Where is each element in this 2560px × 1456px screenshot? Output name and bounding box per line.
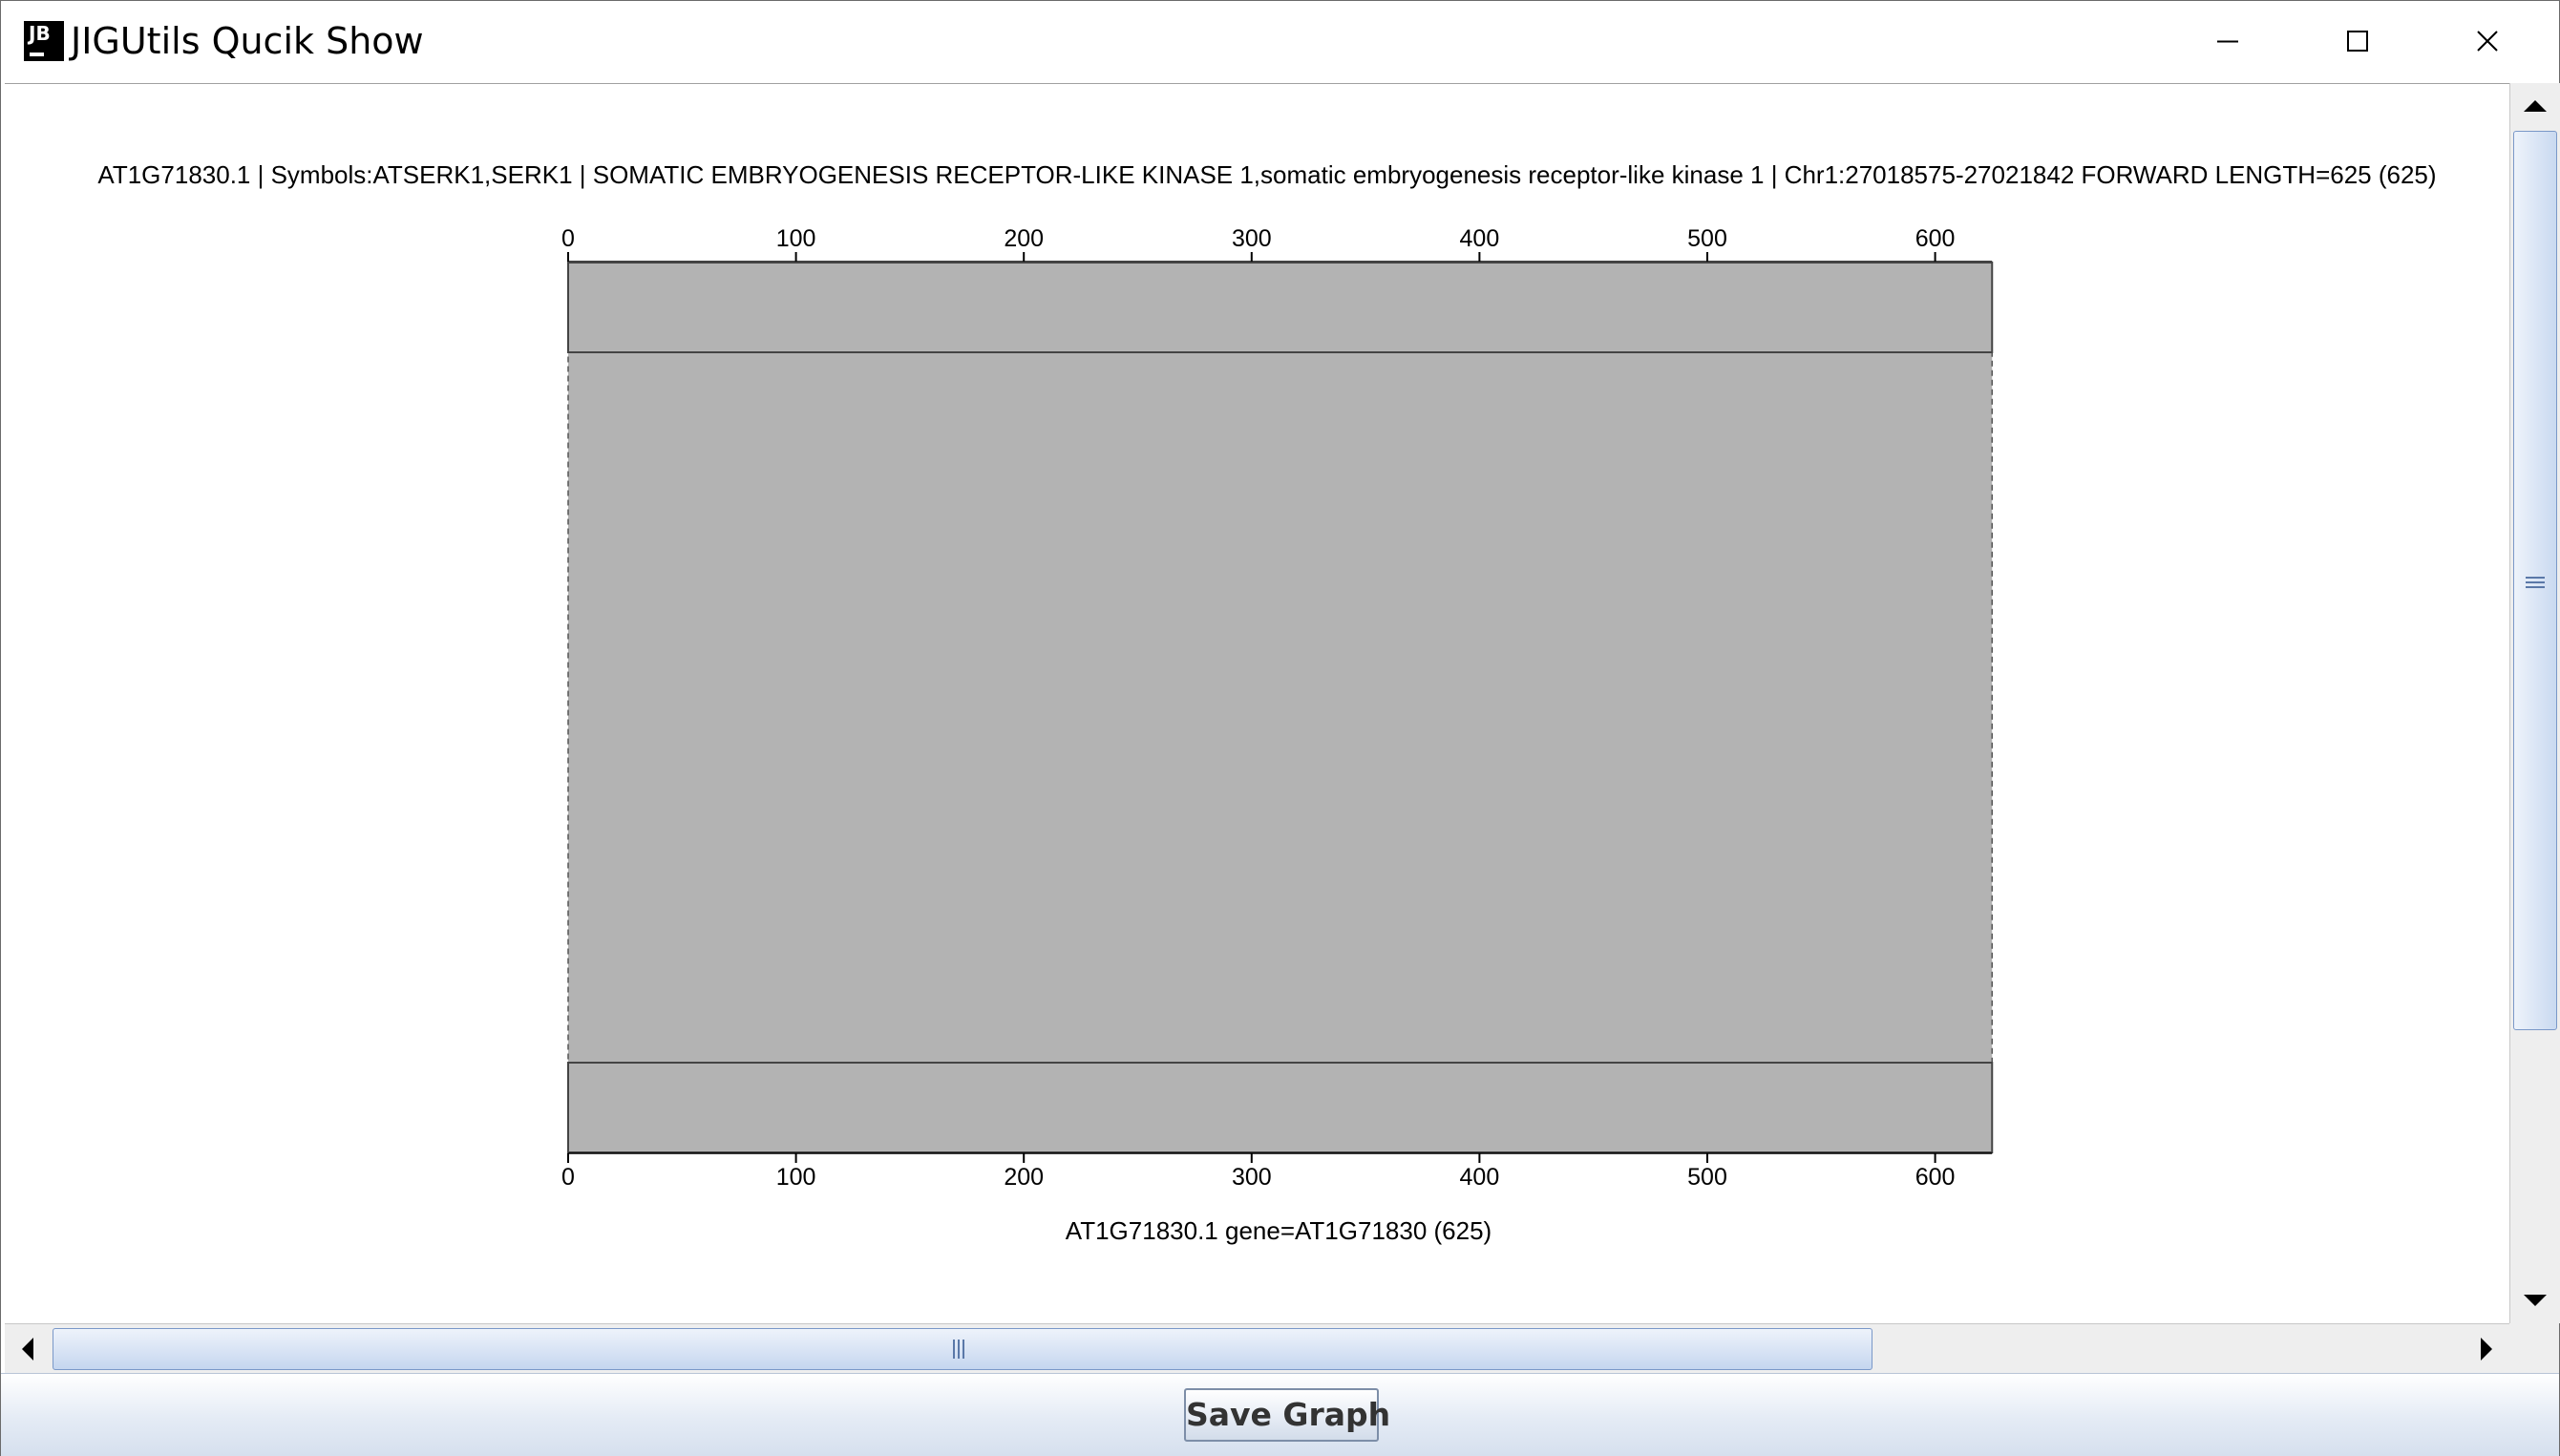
grip-icon bbox=[2526, 577, 2545, 588]
arrow-left-icon bbox=[22, 1338, 33, 1361]
top-axis-tick-label: 500 bbox=[1687, 225, 1727, 252]
scroll-left-button[interactable] bbox=[5, 1324, 51, 1374]
bottom-axis-tick-label: 600 bbox=[1915, 1164, 1956, 1191]
minimize-button[interactable] bbox=[2163, 1, 2293, 82]
app-icon-text: JB bbox=[29, 22, 51, 45]
top-axis-tick-label: 100 bbox=[776, 225, 816, 252]
maximize-icon bbox=[2347, 31, 2368, 52]
graph-viewport[interactable]: AT1G71830.1 | Symbols:ATSERK1,SERK1 | SO… bbox=[5, 83, 2509, 1324]
scrollbar-corner bbox=[2509, 1323, 2559, 1373]
vertical-scroll-thumb[interactable] bbox=[2513, 131, 2557, 1030]
top-axis: 0 100 200 300 400 500 600 bbox=[561, 225, 1993, 263]
vertical-scrollbar[interactable] bbox=[2509, 83, 2560, 1323]
graph-footer-text: AT1G71830.1 gene=AT1G71830 (625) bbox=[1066, 1216, 1492, 1245]
bottom-axis: 0 100 200 300 400 500 600 bbox=[561, 1152, 1993, 1191]
scroll-down-button[interactable] bbox=[2510, 1276, 2560, 1323]
horizontal-scrollbar[interactable] bbox=[5, 1323, 2509, 1374]
bottom-sequence-bar bbox=[567, 1062, 1994, 1153]
top-sequence-bar bbox=[567, 262, 1994, 353]
arrow-right-icon bbox=[2481, 1338, 2492, 1361]
close-button[interactable] bbox=[2422, 1, 2552, 82]
maximize-button[interactable] bbox=[2293, 1, 2422, 82]
top-axis-tick-label: 300 bbox=[1232, 225, 1272, 252]
alignment-graph: AT1G71830.1 | Symbols:ATSERK1,SERK1 | SO… bbox=[97, 160, 2436, 1245]
top-axis-tick-label: 400 bbox=[1460, 225, 1500, 252]
app-icon-underscore bbox=[30, 53, 44, 56]
bottom-axis-tick-label: 200 bbox=[1004, 1164, 1044, 1191]
grip-icon bbox=[953, 1340, 964, 1359]
alignment-region bbox=[567, 351, 1993, 1064]
scroll-up-button[interactable] bbox=[2510, 83, 2560, 131]
arrow-down-icon bbox=[2524, 1295, 2547, 1306]
jetbrains-app-icon: JB bbox=[24, 21, 64, 61]
bottom-button-panel: Save Graph bbox=[1, 1373, 2559, 1456]
application-window: JB JIGUtils Qucik Show AT1G71830.1 | Sym… bbox=[0, 0, 2560, 1456]
window-title: JIGUtils Qucik Show bbox=[71, 20, 424, 62]
minimize-icon bbox=[2217, 40, 2238, 43]
bottom-axis-tick-label: 500 bbox=[1687, 1164, 1727, 1191]
scroll-right-button[interactable] bbox=[2464, 1324, 2509, 1374]
bottom-axis-tick-label: 400 bbox=[1460, 1164, 1500, 1191]
bottom-axis-tick-label: 300 bbox=[1232, 1164, 1272, 1191]
top-axis-tick-label: 200 bbox=[1004, 225, 1044, 252]
save-graph-button[interactable]: Save Graph bbox=[1184, 1388, 1390, 1442]
arrow-up-icon bbox=[2524, 100, 2547, 112]
close-icon bbox=[2477, 31, 2498, 52]
bottom-axis-tick-label: 0 bbox=[561, 1164, 575, 1191]
top-axis-tick-label: 0 bbox=[561, 225, 575, 252]
top-axis-tick-label: 600 bbox=[1915, 225, 1956, 252]
title-bar[interactable]: JB JIGUtils Qucik Show bbox=[1, 1, 2559, 82]
horizontal-scroll-thumb[interactable] bbox=[53, 1328, 1872, 1370]
graph-header-text: AT1G71830.1 | Symbols:ATSERK1,SERK1 | SO… bbox=[97, 160, 2436, 189]
bottom-axis-tick-label: 100 bbox=[776, 1164, 816, 1191]
